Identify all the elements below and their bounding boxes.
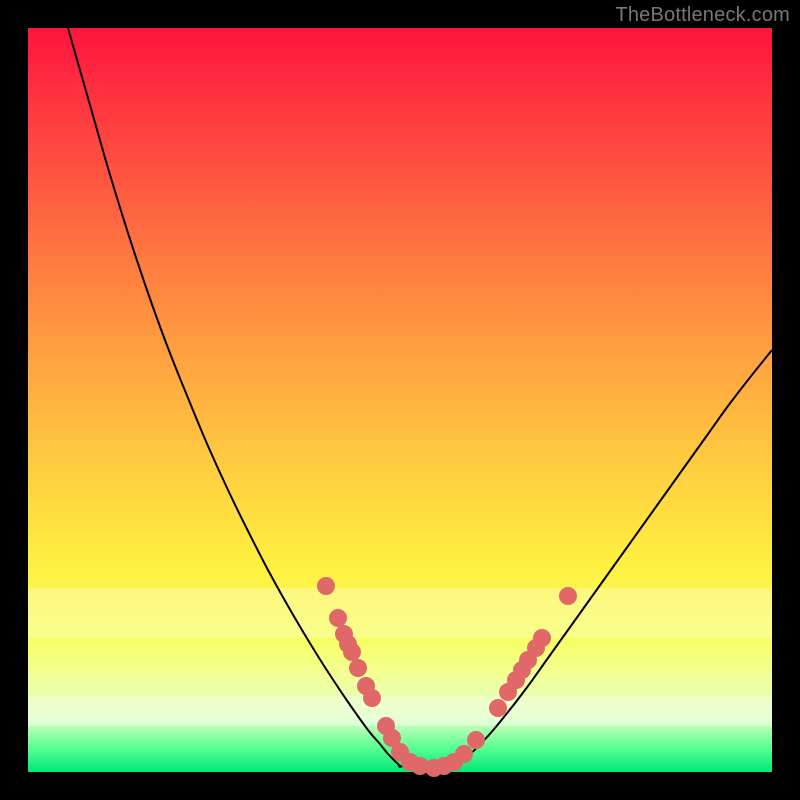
data-point bbox=[489, 699, 507, 717]
data-point bbox=[559, 587, 577, 605]
bottleneck-curve bbox=[68, 28, 772, 768]
dots-group bbox=[317, 577, 577, 777]
data-point bbox=[533, 629, 551, 647]
curve-group bbox=[68, 28, 772, 768]
data-point bbox=[455, 745, 473, 763]
data-point bbox=[317, 577, 335, 595]
data-point bbox=[363, 689, 381, 707]
data-point bbox=[343, 643, 361, 661]
data-point bbox=[349, 659, 367, 677]
chart-frame bbox=[28, 28, 772, 772]
watermark-text: TheBottleneck.com bbox=[615, 4, 790, 27]
data-point bbox=[329, 609, 347, 627]
chart-svg bbox=[28, 28, 772, 772]
data-point bbox=[467, 731, 485, 749]
